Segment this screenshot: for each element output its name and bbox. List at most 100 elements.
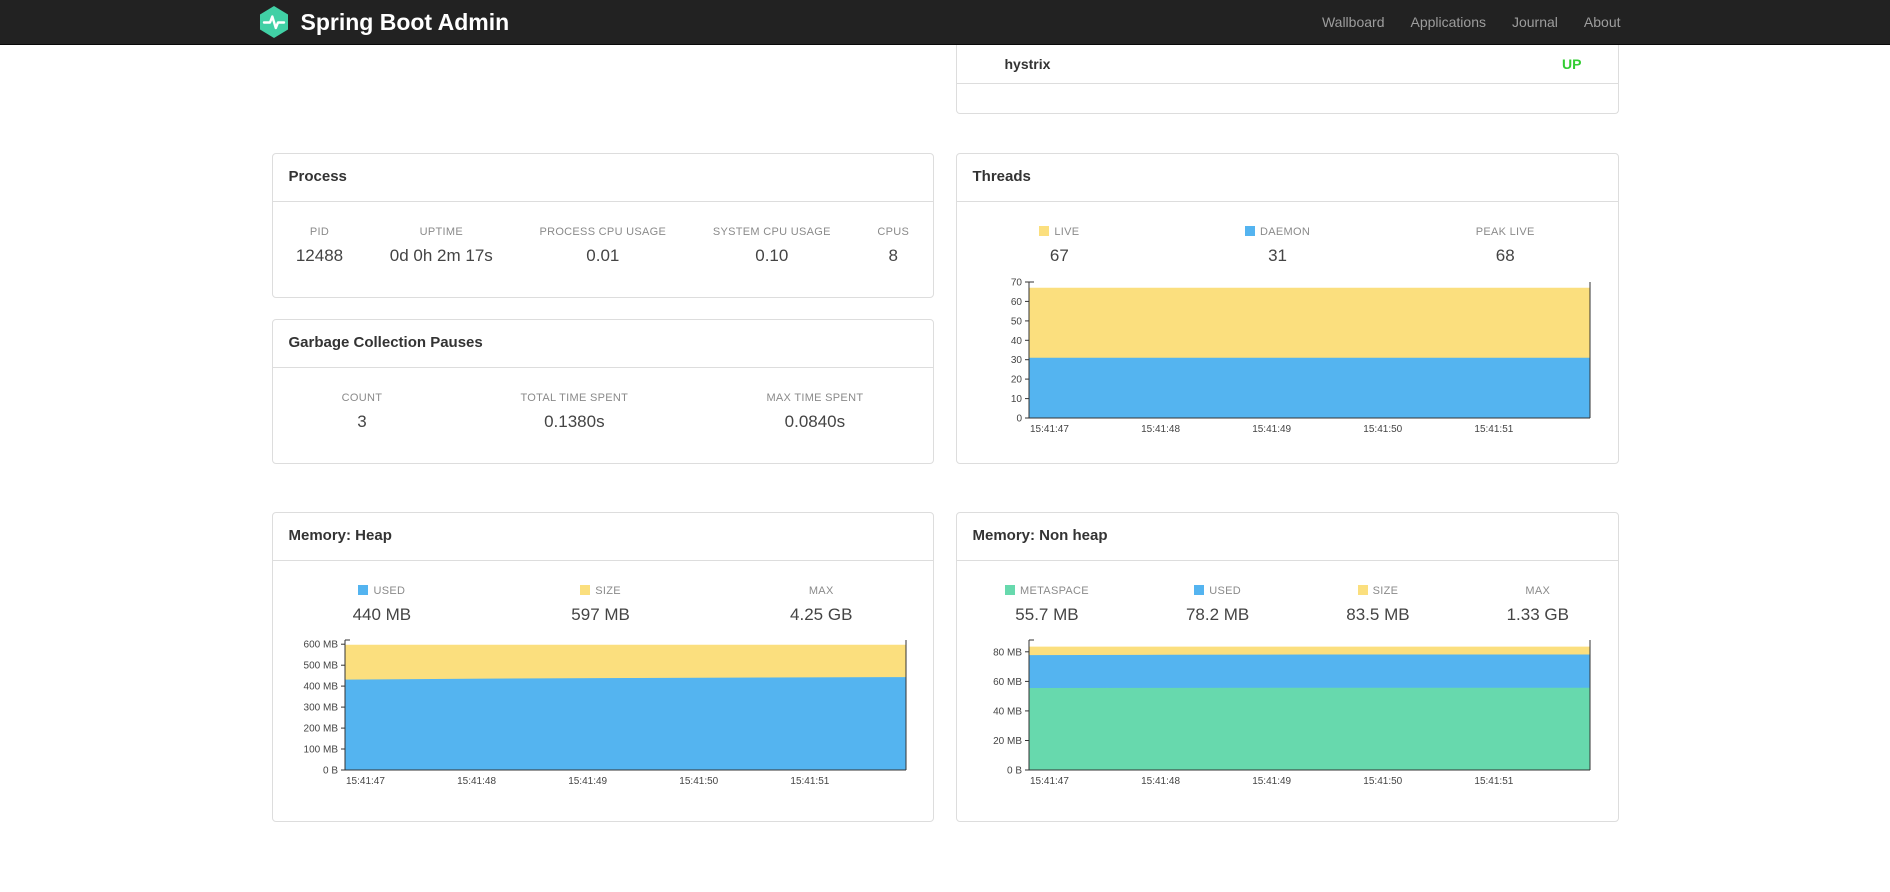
legend-max: MAX 4.25 GB [790, 585, 852, 625]
legend-value: 597 MB [571, 605, 630, 624]
svg-text:0: 0 [1016, 414, 1022, 425]
legend-live: LIVE 67 [1039, 226, 1079, 266]
used-swatch-icon [358, 585, 369, 595]
svg-text:15:41:51: 15:41:51 [1474, 424, 1513, 435]
svg-text:50: 50 [1010, 316, 1022, 327]
health-status-badge: UP [1562, 56, 1582, 72]
legend-size: SIZE 597 MB [571, 585, 630, 625]
legend-value: 440 MB [352, 605, 412, 624]
svg-text:10: 10 [1010, 394, 1022, 405]
nav-link-about[interactable]: About [1571, 0, 1634, 45]
panel-health: hystrix UP [955, 45, 1619, 114]
metric-value: 0.10 [755, 246, 789, 265]
svg-text:100 MB: 100 MB [303, 745, 338, 756]
svg-text:400 MB: 400 MB [303, 682, 338, 693]
svg-text:20 MB: 20 MB [993, 736, 1022, 747]
panel-memory-heap: Memory: Heap USED 440 MB SIZE 597 MB MAX… [271, 512, 934, 822]
live-swatch-icon [1039, 226, 1050, 236]
legend-value: 1.33 GB [1506, 605, 1569, 624]
svg-text:15:41:51: 15:41:51 [790, 776, 829, 787]
legend-value: 83.5 MB [1346, 605, 1410, 624]
legend-value: 68 [1495, 246, 1515, 265]
nav-link-applications[interactable]: Applications [1397, 0, 1499, 45]
nonheap-legend: METASPACE 55.7 MB USED 78.2 MB SIZE 83.5… [957, 561, 1618, 625]
panel-title: Memory: Heap [272, 513, 933, 561]
legend-value: 31 [1268, 246, 1287, 265]
metric-label: TOTAL TIME SPENT [520, 392, 629, 404]
panel-process: Process PID 12488 UPTIME 0d 0h 2m 17s PR… [271, 153, 934, 298]
brand-title: Spring Boot Admin [300, 8, 510, 35]
svg-text:15:41:49: 15:41:49 [1252, 424, 1291, 435]
nav-link-wallboard[interactable]: Wallboard [1309, 0, 1398, 45]
legend-label: MAX [808, 585, 834, 597]
svg-text:15:41:49: 15:41:49 [568, 776, 607, 787]
svg-text:15:41:47: 15:41:47 [1030, 776, 1069, 787]
panel-title: Garbage Collection Pauses [272, 320, 933, 368]
metric-gc-max-time: MAX TIME SPENT 0.0840s [766, 392, 863, 432]
legend-label: SIZE [1372, 585, 1399, 597]
metric-system-cpu: SYSTEM CPU USAGE 0.10 [713, 226, 831, 266]
legend-metaspace: METASPACE 55.7 MB [1005, 585, 1089, 625]
svg-text:600 MB: 600 MB [303, 640, 338, 651]
process-metrics: PID 12488 UPTIME 0d 0h 2m 17s PROCESS CP… [273, 202, 933, 266]
heap-legend: USED 440 MB SIZE 597 MB MAX 4.25 GB [273, 561, 933, 625]
metric-pid: PID 12488 [296, 226, 343, 266]
legend-label: SIZE [595, 585, 621, 597]
metric-label: CPUS [877, 226, 910, 238]
svg-text:15:41:47: 15:41:47 [346, 776, 385, 787]
nav-link-journal[interactable]: Journal [1499, 0, 1571, 45]
panel-memory-nonheap: Memory: Non heap METASPACE 55.7 MB USED … [955, 512, 1619, 822]
legend-value: 67 [1049, 246, 1069, 265]
metric-label: PROCESS CPU USAGE [539, 226, 667, 238]
legend-label: USED [1209, 585, 1241, 597]
legend-label: MAX [1525, 585, 1551, 597]
legend-label: PEAK LIVE [1475, 226, 1535, 238]
legend-value: 55.7 MB [1015, 605, 1079, 624]
panel-title: Threads [956, 154, 1618, 202]
spring-boot-admin-logo-icon [257, 5, 291, 39]
legend-label: LIVE [1054, 226, 1080, 238]
svg-text:30: 30 [1010, 355, 1022, 366]
health-row-hystrix: hystrix UP [956, 45, 1618, 84]
threads-legend: LIVE 67 DAEMON 31 PEAK LIVE 68 [957, 202, 1618, 266]
metric-label: UPTIME [419, 226, 463, 238]
legend-size: SIZE 83.5 MB [1346, 585, 1410, 625]
metric-value: 0d 0h 2m 17s [389, 246, 493, 265]
legend-used: USED 440 MB [352, 585, 412, 625]
metric-label: PID [309, 226, 330, 238]
svg-text:15:41:49: 15:41:49 [1252, 776, 1291, 787]
svg-text:15:41:51: 15:41:51 [1474, 776, 1513, 787]
metric-cpus: CPUS 8 [877, 226, 909, 266]
navbar-links: Wallboard Applications Journal About [1309, 0, 1634, 44]
legend-used: USED 78.2 MB [1186, 585, 1249, 625]
gc-metrics: COUNT 3 TOTAL TIME SPENT 0.1380s MAX TIM… [273, 368, 933, 432]
navbar: Spring Boot Admin Wallboard Applications… [0, 0, 1890, 45]
svg-text:80 MB: 80 MB [993, 647, 1022, 658]
svg-text:0 B: 0 B [322, 766, 337, 777]
metric-value: 8 [888, 246, 898, 265]
legend-value: 4.25 GB [790, 605, 853, 624]
svg-text:15:41:48: 15:41:48 [1141, 424, 1180, 435]
svg-text:200 MB: 200 MB [303, 724, 338, 735]
svg-text:15:41:50: 15:41:50 [1363, 776, 1402, 787]
svg-text:500 MB: 500 MB [303, 661, 338, 672]
brand-link[interactable]: Spring Boot Admin [257, 5, 510, 39]
metric-gc-count: COUNT 3 [342, 392, 383, 432]
daemon-swatch-icon [1245, 226, 1255, 236]
size-swatch-icon [580, 585, 591, 595]
svg-text:15:41:47: 15:41:47 [1030, 424, 1069, 435]
svg-text:15:41:50: 15:41:50 [679, 776, 718, 787]
panel-title: Memory: Non heap [956, 513, 1618, 561]
threads-chart: 0 10 20 30 40 50 60 70 15:41:47 15:41:48 15:41:49 1… [971, 274, 1618, 443]
metric-label: MAX TIME SPENT [766, 392, 864, 404]
legend-max: MAX 1.33 GB [1507, 585, 1569, 625]
health-item-name: hystrix [1004, 56, 1051, 72]
metric-value: 0.0840s [784, 412, 846, 431]
metric-value: 12488 [295, 246, 344, 265]
panel-threads: Threads LIVE 67 DAEMON 31 PEAK LIVE 68 0… [955, 153, 1619, 464]
legend-peak-live: PEAK LIVE 68 [1476, 226, 1535, 266]
legend-label: METASPACE [1020, 585, 1089, 597]
legend-label: DAEMON [1260, 226, 1311, 238]
metric-value: 0.01 [586, 246, 620, 265]
svg-text:300 MB: 300 MB [303, 703, 338, 714]
